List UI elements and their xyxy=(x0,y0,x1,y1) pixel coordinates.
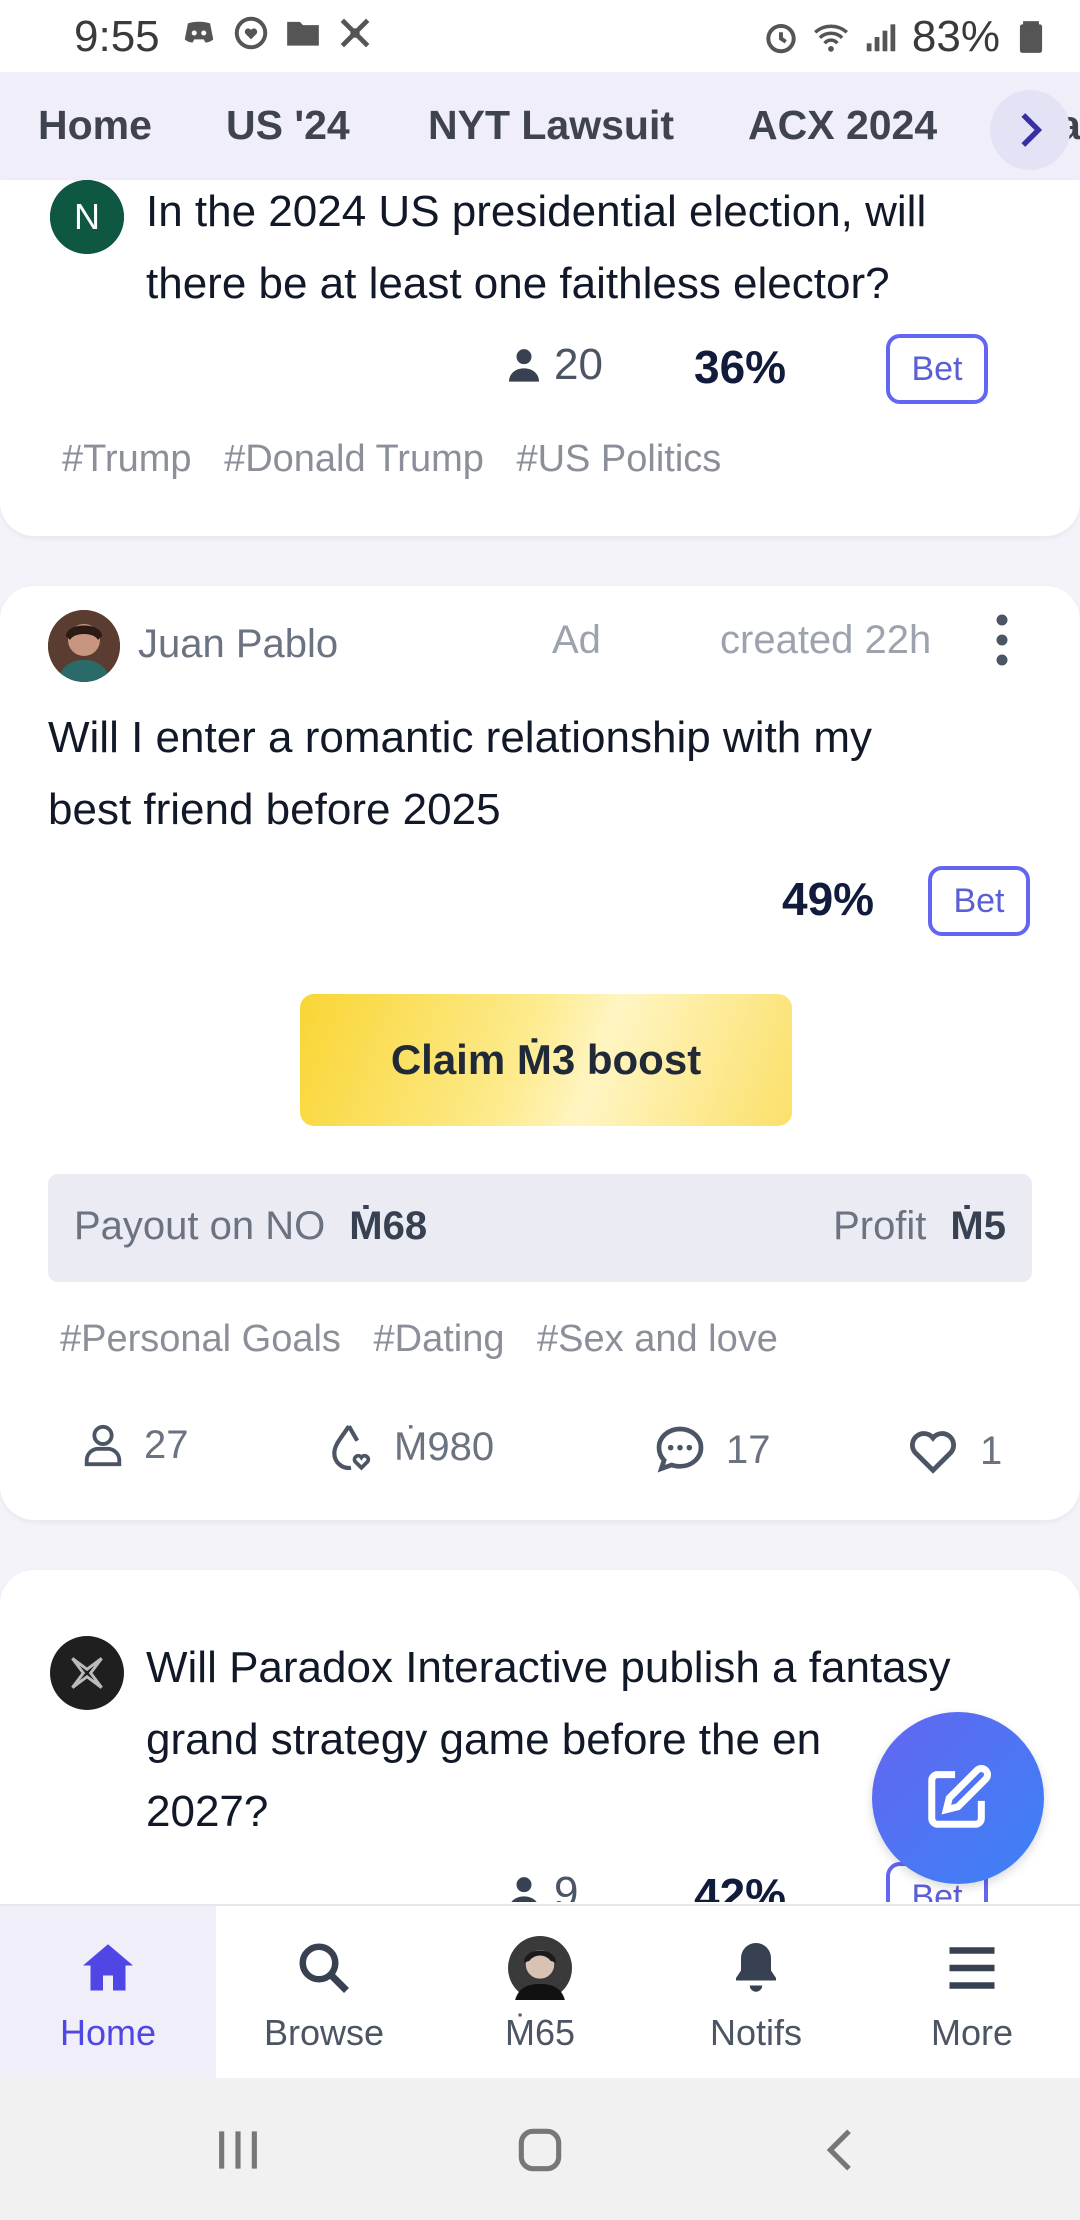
market-title-line-1: In the 2024 US presidential election, wi… xyxy=(146,187,927,236)
market-title-line-2: grand strategy game before the en xyxy=(146,1715,822,1764)
signal-icon xyxy=(866,24,896,52)
comments-value: 17 xyxy=(726,1427,771,1472)
status-bar: 9:55 83% xyxy=(0,0,1080,72)
comments-count[interactable]: 17 xyxy=(652,1422,771,1478)
tabs-scroll-right-button[interactable] xyxy=(990,90,1070,170)
tab-acx-2024[interactable]: ACX 2024 xyxy=(748,102,937,149)
payout-summary: Payout on NO Ṁ68 Profit Ṁ5 xyxy=(48,1174,1032,1282)
battery-percent: 83% xyxy=(911,12,1000,61)
market-title-line-2: there be at least one faithless elector? xyxy=(146,259,890,308)
profit-value: Ṁ5 xyxy=(950,1204,1006,1248)
paradox-logo-icon xyxy=(71,1657,103,1689)
payout-on-no: Payout on NO Ṁ68 xyxy=(74,1204,427,1249)
nav-home-label: Home xyxy=(59,2012,157,2053)
nav-home[interactable]: Home xyxy=(0,1906,216,2080)
profit: Profit Ṁ5 xyxy=(833,1204,1006,1249)
traders-value: 20 xyxy=(554,340,603,389)
discord-icon xyxy=(184,21,214,43)
status-time: 9:55 xyxy=(74,12,160,61)
nav-browse-label: Browse xyxy=(263,2012,385,2053)
x-person-icon xyxy=(340,18,370,48)
battery-icon xyxy=(1019,21,1043,53)
tag-dating[interactable]: #Dating xyxy=(374,1318,505,1360)
market-title[interactable]: Will Paradox Interactive publish a fanta… xyxy=(146,1632,951,1848)
tab-nyt-lawsuit[interactable]: NYT Lawsuit xyxy=(428,102,674,149)
alarm-icon xyxy=(766,23,796,54)
heart-icon xyxy=(910,1431,956,1474)
wifi-icon xyxy=(813,24,848,52)
create-market-button[interactable] xyxy=(872,1712,1044,1884)
claim-boost-button[interactable]: Claim Ṁ3 boost xyxy=(300,994,792,1126)
likes-value: 1 xyxy=(980,1428,1003,1473)
market-probability: 42% xyxy=(694,1869,787,1902)
nav-profile-balance[interactable]: Ṁ65 xyxy=(432,1906,648,2080)
market-tags: #Trump #Donald Trump #US Politics xyxy=(62,438,743,481)
nav-more-label: More xyxy=(930,2012,1014,2053)
tab-us-24[interactable]: US '24 xyxy=(226,102,350,149)
tag-donald-trump[interactable]: #Donald Trump xyxy=(224,438,484,480)
market-title-line-3: 2027? xyxy=(146,1787,269,1836)
person-icon xyxy=(509,349,539,382)
market-title-line-1: Will I enter a romantic relationship wit… xyxy=(48,713,873,762)
created-time: created 22h xyxy=(720,618,932,662)
market-tags: #Personal Goals #Dating #Sex and love xyxy=(60,1318,800,1361)
bet-button[interactable]: Bet xyxy=(928,866,1030,936)
edit-icon xyxy=(928,1765,991,1828)
nav-notifs-label: Notifs xyxy=(709,2012,803,2053)
user-avatar xyxy=(508,1936,572,2000)
market-title-line-2: best friend before 2025 xyxy=(48,785,501,834)
bell-icon xyxy=(736,1943,776,1992)
home-system-icon[interactable] xyxy=(512,2122,568,2178)
comment-icon xyxy=(656,1426,704,1473)
back-icon[interactable] xyxy=(814,2122,870,2178)
author-avatar[interactable] xyxy=(48,610,120,682)
traders-value: 27 xyxy=(144,1422,189,1467)
traders-count: 20 xyxy=(504,340,603,390)
likes-count[interactable]: 1 xyxy=(904,1422,1002,1480)
nav-more[interactable]: More xyxy=(864,1906,1080,2080)
traders-count: 27 xyxy=(80,1422,189,1468)
topic-tabs: Home US '24 NYT Lawsuit ACX 2024 a xyxy=(0,72,1080,181)
home-icon xyxy=(83,1944,133,1991)
droplet-heart-icon xyxy=(332,1425,371,1471)
tag-us-politics[interactable]: #US Politics xyxy=(516,438,721,480)
volume-value: Ṁ980 xyxy=(394,1424,495,1469)
profit-label: Profit xyxy=(833,1204,927,1248)
person-icon xyxy=(511,1877,537,1902)
payout-label: Payout on NO xyxy=(74,1204,326,1248)
folder-icon xyxy=(287,21,319,46)
chat-heart-icon xyxy=(234,16,268,50)
person-outline-icon xyxy=(84,1424,122,1467)
nav-balance-label: Ṁ65 xyxy=(504,2012,576,2053)
traders-value: 9 xyxy=(554,1868,579,1902)
recent-apps-icon[interactable] xyxy=(210,2122,266,2178)
tag-trump[interactable]: #Trump xyxy=(62,438,192,480)
traders-count: 9 xyxy=(504,1868,578,1902)
search-icon xyxy=(299,1943,349,1993)
creator-avatar[interactable] xyxy=(50,1636,124,1710)
payout-value: Ṁ68 xyxy=(349,1204,428,1248)
tag-personal-goals[interactable]: #Personal Goals xyxy=(60,1318,341,1360)
tag-sex-and-love[interactable]: #Sex and love xyxy=(537,1318,778,1360)
bottom-navigation: Home Browse Ṁ65 Notifs More xyxy=(0,1904,1080,2080)
menu-icon xyxy=(949,1947,995,1989)
tab-home[interactable]: Home xyxy=(38,102,152,149)
system-navigation-bar xyxy=(0,2078,1080,2220)
nav-notifs[interactable]: Notifs xyxy=(648,1906,864,2080)
author-photo xyxy=(48,610,120,682)
chevron-right-icon xyxy=(1021,113,1043,147)
nav-browse[interactable]: Browse xyxy=(216,1906,432,2080)
creator-avatar[interactable]: N xyxy=(50,180,124,254)
market-probability: 36% xyxy=(694,341,787,393)
market-title-line-1: Will Paradox Interactive publish a fanta… xyxy=(146,1643,951,1692)
market-title[interactable]: In the 2024 US presidential election, wi… xyxy=(146,176,926,320)
author-name[interactable]: Juan Pablo xyxy=(138,622,338,667)
market-title[interactable]: Will I enter a romantic relationship wit… xyxy=(48,702,872,846)
ad-label: Ad xyxy=(552,618,601,662)
market-probability: 49% xyxy=(782,873,875,925)
bet-button[interactable]: Bet xyxy=(886,334,988,404)
more-options-icon[interactable] xyxy=(992,610,1012,670)
volume: Ṁ980 xyxy=(326,1422,494,1472)
